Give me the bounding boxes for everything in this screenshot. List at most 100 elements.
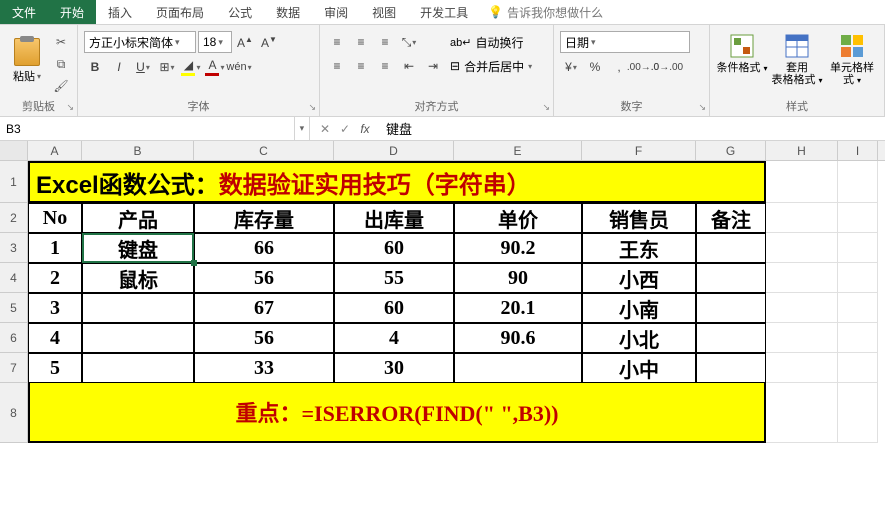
tab-data[interactable]: 数据	[264, 0, 312, 24]
align-top-button[interactable]: ≡	[326, 31, 348, 53]
cut-button[interactable]: ✂	[51, 32, 71, 52]
cell[interactable]	[766, 293, 838, 323]
align-left-button[interactable]: ≡	[326, 55, 348, 77]
row-header[interactable]: 8	[0, 383, 28, 443]
formula-bar-input[interactable]	[380, 117, 885, 140]
cell[interactable]	[766, 233, 838, 263]
cell-sales[interactable]: 小中	[582, 353, 696, 383]
cell-product[interactable]	[82, 293, 194, 323]
tab-formulas[interactable]: 公式	[216, 0, 264, 24]
row-header[interactable]: 4	[0, 263, 28, 293]
cell-sales[interactable]: 小西	[582, 263, 696, 293]
cell-out[interactable]: 55	[334, 263, 454, 293]
cell-note[interactable]	[696, 263, 766, 293]
wrap-text-button[interactable]: 自动换行	[475, 34, 523, 51]
conditional-formatting-button[interactable]: 条件格式 ▾	[716, 28, 768, 96]
font-size-combo[interactable]: 18▾	[198, 31, 232, 53]
select-all-corner[interactable]	[0, 141, 28, 160]
tab-page-layout[interactable]: 页面布局	[144, 0, 216, 24]
cell-sales[interactable]: 小北	[582, 323, 696, 353]
increase-font-button[interactable]: A▲	[234, 31, 256, 53]
cell-product[interactable]: 键盘	[82, 233, 194, 263]
cell-styles-button[interactable]: 单元格样式 ▾	[826, 28, 878, 96]
cell[interactable]	[838, 161, 878, 203]
cell-price[interactable]: 20.1	[454, 293, 582, 323]
cell[interactable]	[766, 353, 838, 383]
border-button[interactable]: ⊞	[156, 56, 178, 78]
format-painter-button[interactable]: 🖌	[51, 76, 71, 96]
alignment-dialog-launcher[interactable]: ↘	[542, 102, 550, 113]
cell-product[interactable]: 鼠标	[82, 263, 194, 293]
cell-price[interactable]: 90.2	[454, 233, 582, 263]
col-header[interactable]: C	[194, 141, 334, 160]
cell-note[interactable]	[696, 233, 766, 263]
format-as-table-button[interactable]: 套用 表格格式 ▾	[771, 28, 823, 96]
cell[interactable]	[838, 263, 878, 293]
fill-handle[interactable]	[191, 260, 197, 266]
row-header[interactable]: 6	[0, 323, 28, 353]
col-header[interactable]: F	[582, 141, 696, 160]
tab-file[interactable]: 文件	[0, 0, 48, 24]
cell[interactable]	[838, 353, 878, 383]
decrease-indent-button[interactable]: ⇤	[398, 55, 420, 77]
row-header[interactable]: 1	[0, 161, 28, 203]
cell-stock[interactable]: 33	[194, 353, 334, 383]
col-header[interactable]: H	[766, 141, 838, 160]
phonetic-button[interactable]: wén	[228, 56, 250, 78]
cell[interactable]	[838, 293, 878, 323]
chevron-down-icon[interactable]: ▾	[294, 117, 309, 140]
align-center-button[interactable]: ≡	[350, 55, 372, 77]
name-box-input[interactable]	[0, 122, 294, 136]
cell-stock[interactable]: 56	[194, 263, 334, 293]
cell-out[interactable]: 4	[334, 323, 454, 353]
col-header[interactable]: E	[454, 141, 582, 160]
cell-no[interactable]: 2	[28, 263, 82, 293]
enter-icon[interactable]: ✓	[336, 122, 354, 136]
cell[interactable]	[766, 383, 838, 443]
cell[interactable]	[838, 383, 878, 443]
orientation-button[interactable]: ⤡	[398, 31, 420, 53]
cell-note[interactable]	[696, 323, 766, 353]
cell-no[interactable]: 4	[28, 323, 82, 353]
cell-stock[interactable]: 56	[194, 323, 334, 353]
cell[interactable]	[766, 203, 838, 233]
col-header[interactable]: G	[696, 141, 766, 160]
align-right-button[interactable]: ≡	[374, 55, 396, 77]
copy-button[interactable]: ⧉	[51, 54, 71, 74]
font-name-combo[interactable]: 方正小标宋简体▾	[84, 31, 196, 53]
col-header[interactable]: A	[28, 141, 82, 160]
cell-price[interactable]: 90.6	[454, 323, 582, 353]
row-header[interactable]: 5	[0, 293, 28, 323]
tab-view[interactable]: 视图	[360, 0, 408, 24]
cell-no[interactable]: 5	[28, 353, 82, 383]
cancel-icon[interactable]: ✕	[316, 122, 334, 136]
tab-developer[interactable]: 开发工具	[408, 0, 480, 24]
decrease-decimal-button[interactable]: .0→.00	[656, 56, 678, 78]
cell-note[interactable]	[696, 293, 766, 323]
cell-price[interactable]	[454, 353, 582, 383]
row-header[interactable]: 2	[0, 203, 28, 233]
cell[interactable]	[766, 323, 838, 353]
cell-stock[interactable]: 66	[194, 233, 334, 263]
cell[interactable]	[766, 161, 838, 203]
tab-insert[interactable]: 插入	[96, 0, 144, 24]
cell[interactable]	[766, 263, 838, 293]
col-header[interactable]: D	[334, 141, 454, 160]
number-dialog-launcher[interactable]: ↘	[698, 102, 706, 113]
name-box[interactable]: ▾	[0, 117, 310, 140]
italic-button[interactable]: I	[108, 56, 130, 78]
decrease-font-button[interactable]: A▼	[258, 31, 280, 53]
cell[interactable]	[838, 323, 878, 353]
merge-center-button[interactable]: 合并后居中	[464, 58, 524, 75]
cell[interactable]	[838, 233, 878, 263]
cell-sales[interactable]: 王东	[582, 233, 696, 263]
cell-out[interactable]: 60	[334, 293, 454, 323]
row-header[interactable]: 7	[0, 353, 28, 383]
align-bottom-button[interactable]: ≡	[374, 31, 396, 53]
cell[interactable]	[838, 203, 878, 233]
accounting-format-button[interactable]: ¥	[560, 56, 582, 78]
clipboard-dialog-launcher[interactable]: ↘	[66, 102, 74, 113]
tab-review[interactable]: 审阅	[312, 0, 360, 24]
number-format-combo[interactable]: 日期▾	[560, 31, 690, 53]
cell-note[interactable]	[696, 353, 766, 383]
